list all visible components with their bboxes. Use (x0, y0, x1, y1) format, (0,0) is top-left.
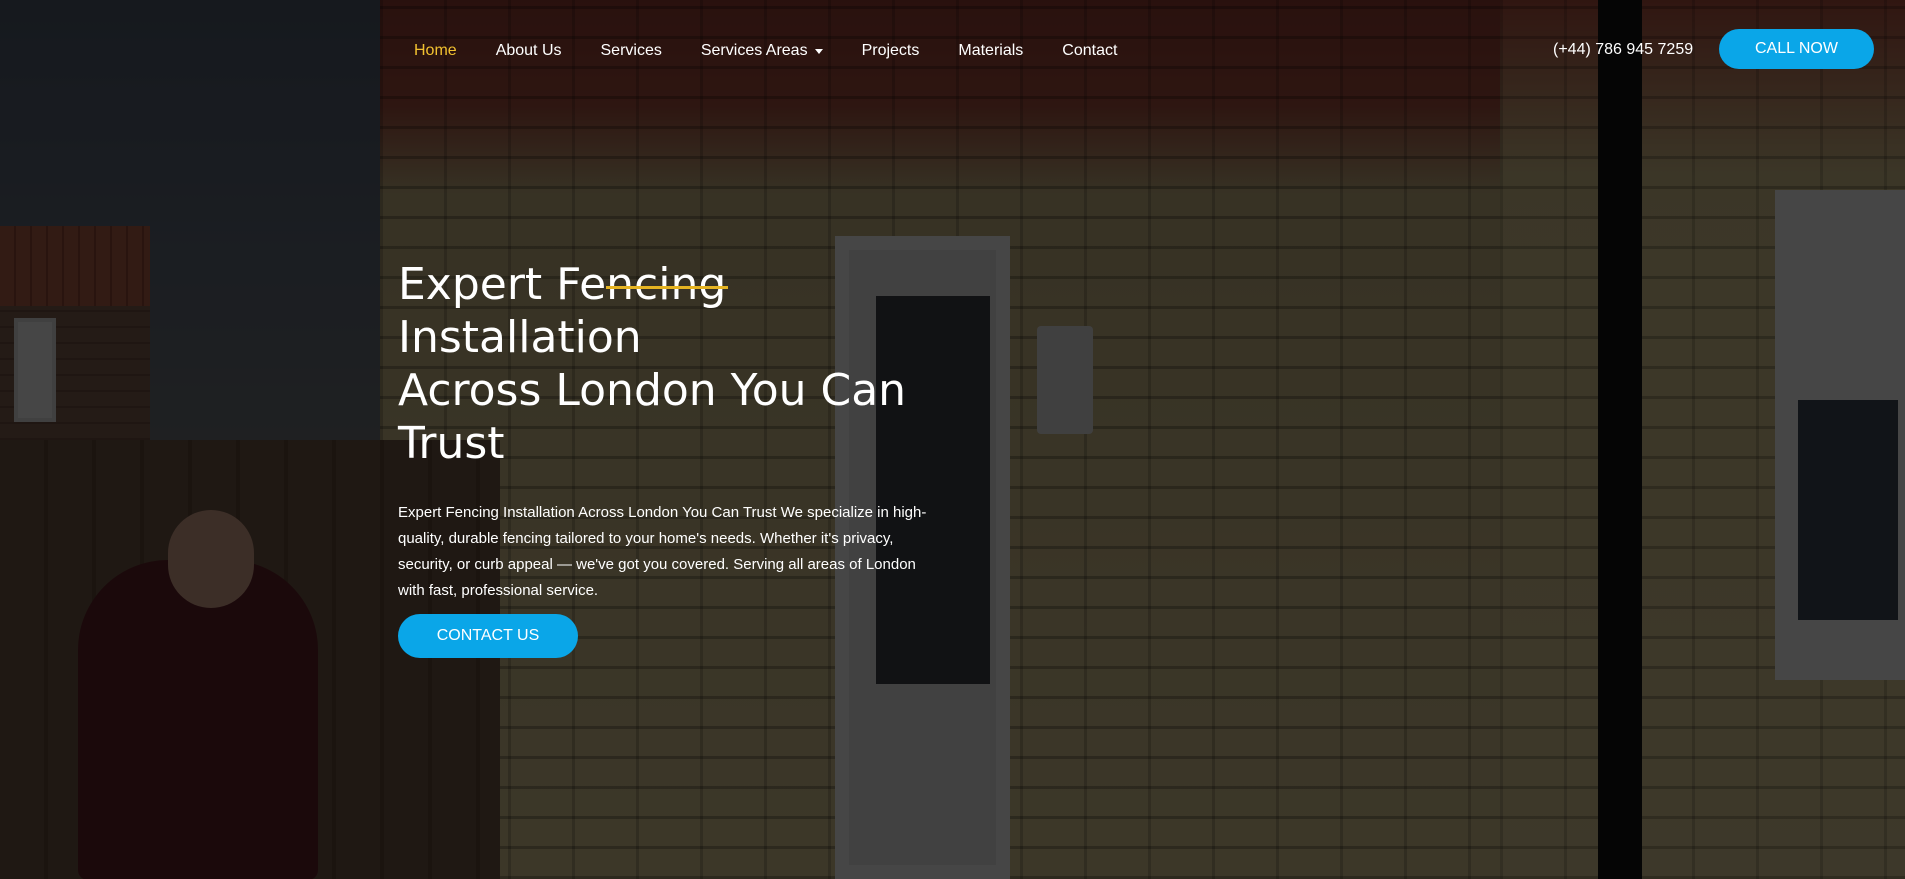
hero-title-line: Expert Fencing (398, 259, 727, 310)
site-header: Home About Us Services Services Areas Pr… (0, 0, 1905, 104)
hero-title-line: Trust (398, 418, 505, 469)
main-nav: Home About Us Services Services Areas Pr… (414, 42, 1156, 60)
hero-title-line: Installation (398, 312, 642, 363)
chevron-down-icon (814, 48, 823, 54)
nav-item-label: Projects (861, 42, 920, 59)
nav-item-materials[interactable]: Materials (958, 42, 1023, 60)
hero-title-line: Across London You Can (398, 365, 907, 416)
phone-number-link[interactable]: (+44) 786 945 7259 (1553, 41, 1693, 59)
nav-item-contact[interactable]: Contact (1062, 42, 1117, 60)
nav-item-about-us[interactable]: About Us (496, 42, 562, 60)
call-now-button[interactable]: CALL NOW (1719, 29, 1874, 69)
hero-description: Expert Fencing Installation Across Londo… (398, 504, 927, 599)
title-underline-decoration (606, 286, 728, 289)
contact-us-button[interactable]: CONTACT US (398, 614, 578, 658)
nav-item-label: Services Areas (700, 42, 808, 59)
nav-item-label: Home (414, 42, 457, 59)
nav-item-projects[interactable]: Projects (862, 42, 920, 60)
nav-item-services[interactable]: Services (601, 42, 662, 60)
nav-item-label: Contact (1062, 42, 1118, 59)
nav-item-label: Materials (958, 42, 1024, 59)
nav-item-home[interactable]: Home (414, 42, 457, 60)
nav-item-services-areas[interactable]: Services Areas (701, 42, 823, 60)
nav-item-label: About Us (495, 42, 562, 59)
nav-item-label: Services (600, 42, 662, 59)
hero-title: Expert Fencing Installation Across Londo… (398, 258, 958, 470)
